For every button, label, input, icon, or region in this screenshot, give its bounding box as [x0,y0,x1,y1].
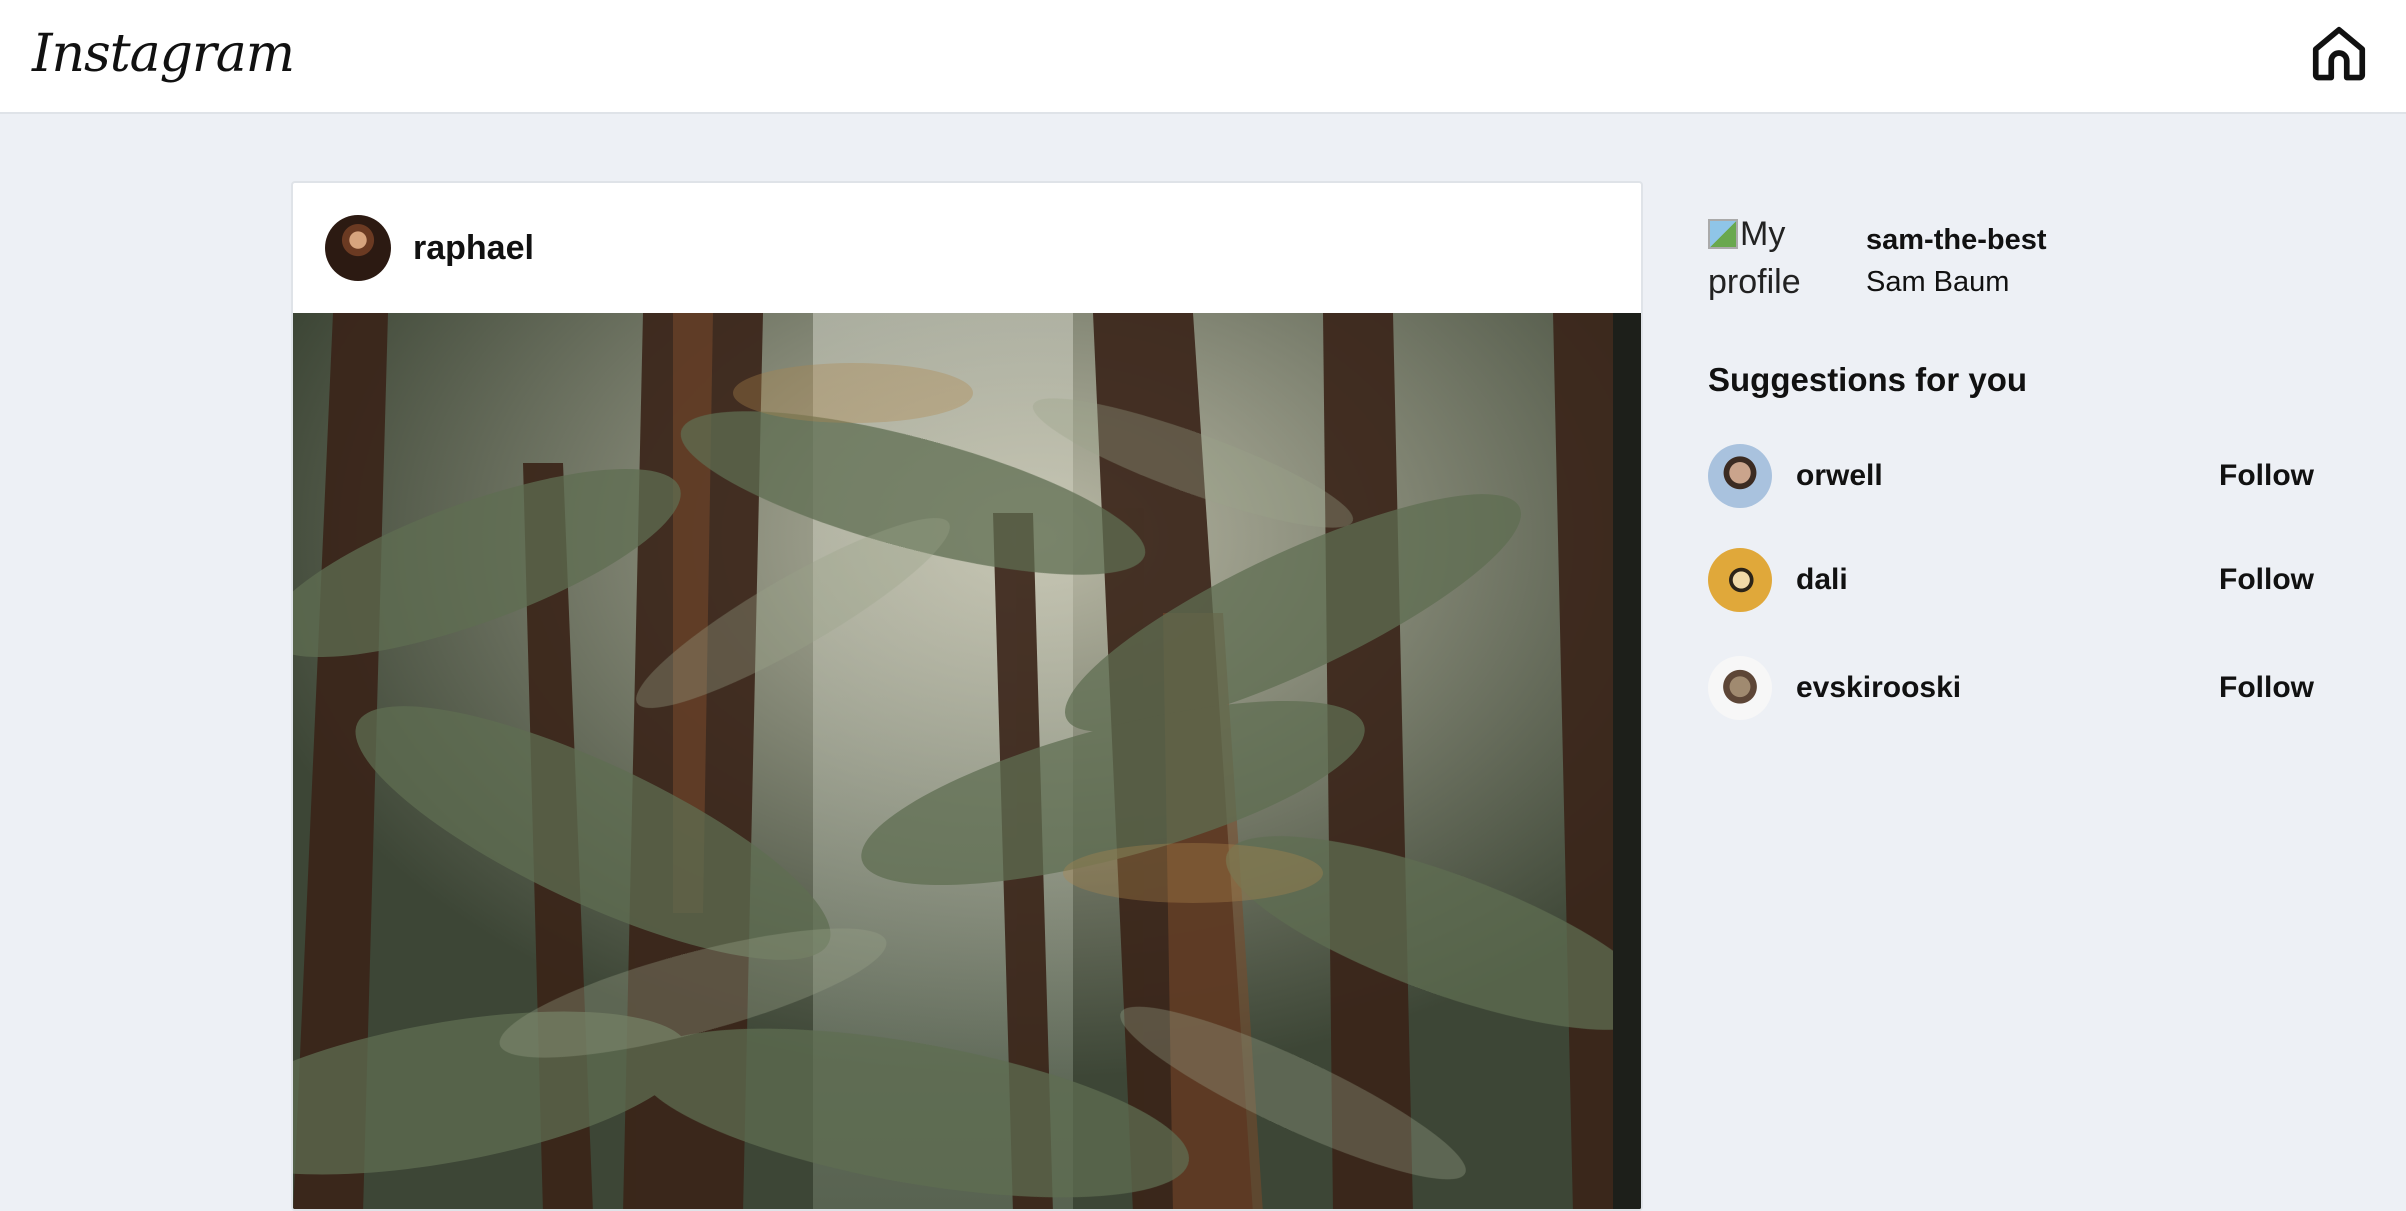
suggestion-username[interactable]: dali [1796,560,1848,600]
follow-button[interactable]: Follow [2219,456,2314,496]
follow-button[interactable]: Follow [2219,668,2314,708]
suggestions-title: Suggestions for you [1708,361,2028,398]
suggestion-row: evskirooski Follow [1708,656,2328,722]
sidebar: My profile sam-the-best Sam Baum Suggest… [1708,200,2328,760]
suggestion-avatar[interactable] [1708,656,1772,720]
post-image[interactable] [293,313,1641,1209]
post-author-username[interactable]: raphael [413,223,534,273]
follow-button[interactable]: Follow [2219,560,2314,600]
suggestion-avatar[interactable] [1708,548,1772,612]
suggestion-row: orwell Follow [1708,444,2328,510]
my-profile-image[interactable]: My profile [1708,210,1828,306]
instagram-logo[interactable]: Instagram [32,18,295,90]
post-author-avatar[interactable] [325,215,391,281]
suggestion-username[interactable]: orwell [1796,456,1883,496]
broken-image-icon [1708,219,1738,249]
suggestion-avatar[interactable] [1708,444,1772,508]
top-navbar: Instagram [0,0,2406,114]
home-icon[interactable] [2308,22,2370,84]
my-display-name: Sam Baum [1866,266,2010,298]
post-header: raphael [293,183,1641,313]
post-card: raphael [291,181,1643,1211]
my-username[interactable]: sam-the-best [1866,220,2047,260]
suggestion-row: dali Follow [1708,548,2328,614]
suggestion-username[interactable]: evskirooski [1796,668,1961,708]
